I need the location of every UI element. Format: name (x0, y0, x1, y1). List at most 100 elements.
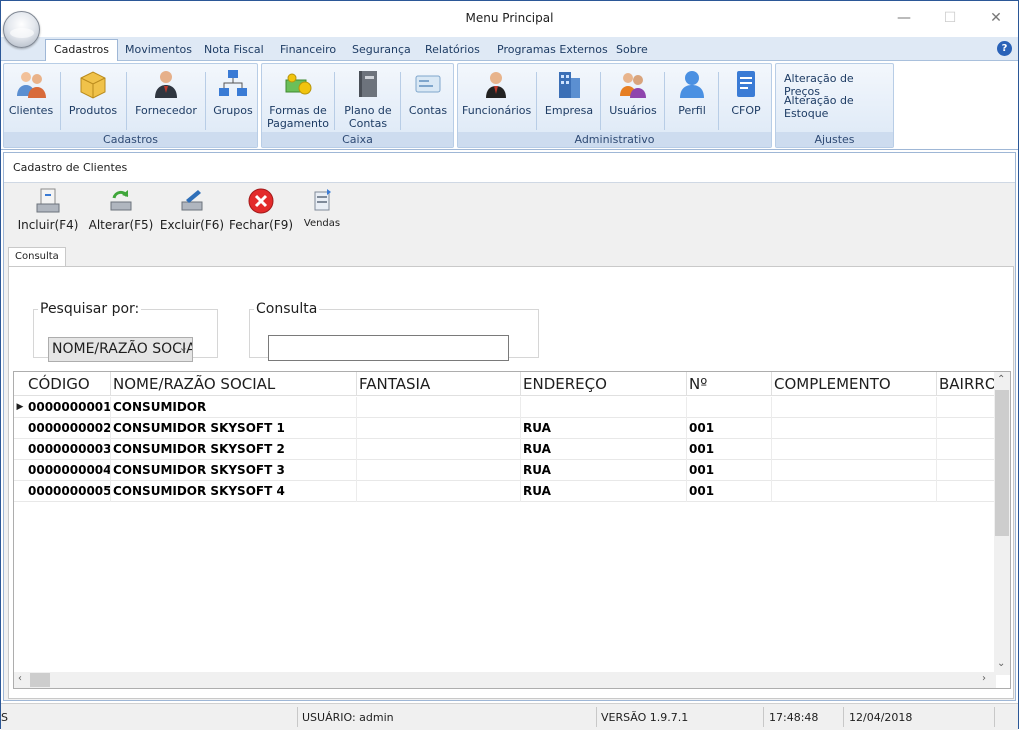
search-by-value: NOME/RAZÃO SOCIAL (52, 341, 193, 357)
column-header-nome[interactable]: NOME/RAZÃO SOCIAL (111, 372, 357, 396)
cell-nome: CONSUMIDOR SKYSOFT 1 (111, 418, 357, 439)
form-cadastro-clientes: Cadastro de Clientes Incluir(F4) Alterar… (3, 152, 1016, 701)
column-header-endereco[interactable]: ENDEREÇO (521, 372, 687, 396)
group-cadastros: Clientes Produtos Fornecedor Grupos Cada… (3, 63, 258, 148)
delete-record-icon (181, 190, 203, 211)
ledger-book-icon (359, 71, 377, 97)
table-row[interactable]: ▶ 0000000001 CONSUMIDOR (14, 397, 996, 418)
fechar-label: Fechar(F9) (228, 218, 294, 232)
column-header-codigo[interactable]: CÓDIGO (26, 372, 111, 396)
groups-network-icon (219, 70, 247, 96)
fornecedor-button[interactable]: Fornecedor (130, 68, 202, 130)
title-bar: Menu Principal — ☐ ✕ (1, 1, 1019, 48)
plano-contas-button[interactable]: Plano de Contas (340, 68, 396, 130)
produtos-button[interactable]: Produtos (64, 68, 122, 130)
maximize-button[interactable]: ☐ (927, 5, 973, 31)
tab-nota-fiscal[interactable]: Nota Fiscal (196, 41, 272, 61)
scroll-up-icon[interactable]: ⌃ (997, 374, 1005, 385)
money-icon (285, 73, 312, 95)
close-button[interactable]: ✕ (973, 5, 1019, 31)
table-row[interactable]: 0000000004 CONSUMIDOR SKYSOFT 3 RUA 001 (14, 460, 996, 481)
scroll-right-icon[interactable]: › (982, 673, 986, 684)
alteracao-estoque-link[interactable]: Alteração de Estoque (784, 94, 893, 120)
alterar-label: Alterar(F5) (88, 218, 154, 232)
column-header-bairro[interactable]: BAIRRO (937, 372, 996, 396)
help-icon[interactable]: ? (997, 41, 1012, 56)
fechar-button[interactable]: Fechar(F9) (227, 186, 295, 232)
tab-seguranca[interactable]: Segurança (344, 41, 419, 61)
group-label-caixa: Caixa (262, 132, 453, 147)
consulta-input[interactable] (268, 335, 509, 361)
funcionarios-button[interactable]: Funcionários (462, 68, 532, 130)
tab-consulta[interactable]: Consulta (8, 247, 66, 267)
usuarios-label: Usuários (609, 104, 657, 117)
vertical-scroll-thumb[interactable] (995, 390, 1009, 536)
cell-fantasia (357, 397, 521, 418)
cell-bairro (937, 418, 996, 439)
column-header-complemento[interactable]: COMPLEMENTO (772, 372, 937, 396)
contas-button[interactable]: Contas (406, 68, 450, 130)
scroll-down-icon[interactable]: ⌄ (997, 658, 1005, 669)
cell-fantasia (357, 460, 521, 481)
cell-numero: 001 (687, 481, 772, 502)
horizontal-scrollbar[interactable]: ‹ › (14, 672, 996, 688)
tab-sobre[interactable]: Sobre (608, 41, 656, 61)
cell-numero: 001 (687, 418, 772, 439)
clients-grid[interactable]: CÓDIGO NOME/RAZÃO SOCIAL FANTASIA ENDERE… (13, 371, 1011, 689)
empresa-button[interactable]: Empresa (542, 68, 596, 130)
tab-relatorios[interactable]: Relatórios (417, 41, 488, 61)
tab-programas-externos[interactable]: Programas Externos (489, 41, 616, 61)
cell-bairro (937, 439, 996, 460)
close-x-icon (248, 188, 274, 214)
tab-financeiro[interactable]: Financeiro (272, 41, 344, 61)
tab-cadastros[interactable]: Cadastros (45, 39, 118, 62)
cell-endereco (521, 397, 687, 418)
app-menu-orb-button[interactable] (3, 11, 40, 48)
cfop-document-icon (737, 71, 755, 97)
search-by-select[interactable]: NOME/RAZÃO SOCIAL ⌄ (48, 337, 193, 362)
table-row[interactable]: 0000000003 CONSUMIDOR SKYSOFT 2 RUA 001 (14, 439, 996, 460)
excluir-button[interactable]: Excluir(F6) (159, 186, 225, 232)
grupos-button[interactable]: Grupos (210, 68, 256, 130)
usuarios-button[interactable]: Usuários (606, 68, 660, 130)
alterar-button[interactable]: Alterar(F5) (88, 186, 154, 232)
vertical-scrollbar[interactable]: ⌃ ⌄ (994, 372, 1010, 675)
minimize-button[interactable]: — (881, 5, 927, 31)
group-label-administrativo: Administrativo (458, 132, 771, 147)
column-header-numero[interactable]: Nº (687, 372, 772, 396)
separator (126, 72, 127, 130)
cell-fantasia (357, 439, 521, 460)
grid-header: CÓDIGO NOME/RAZÃO SOCIAL FANTASIA ENDERE… (14, 372, 996, 396)
cell-endereco: RUA (521, 418, 687, 439)
status-date: 12/04/2018 (849, 711, 913, 724)
incluir-button[interactable]: Incluir(F4) (16, 186, 80, 232)
formas-pagamento-button[interactable]: Formas de Pagamento (266, 68, 330, 130)
table-row[interactable]: 0000000002 CONSUMIDOR SKYSOFT 1 RUA 001 (14, 418, 996, 439)
edit-record-icon (110, 190, 132, 211)
profile-icon (680, 71, 704, 98)
cell-endereco: RUA (521, 481, 687, 502)
status-time: 17:48:48 (769, 711, 819, 724)
perfil-button[interactable]: Perfil (670, 68, 714, 130)
scroll-left-icon[interactable]: ‹ (18, 673, 22, 684)
window-title: Menu Principal (465, 11, 554, 25)
clientes-button[interactable]: Clientes (6, 68, 56, 130)
vendas-button[interactable]: Vendas (301, 186, 343, 229)
horizontal-scroll-thumb[interactable] (30, 673, 50, 687)
funcionarios-label: Funcionários (462, 104, 532, 117)
consulta-legend: Consulta (256, 301, 318, 317)
cell-bairro (937, 481, 996, 502)
separator (763, 707, 764, 727)
grupos-label: Grupos (213, 104, 253, 117)
tab-movimentos[interactable]: Movimentos (117, 41, 200, 61)
cell-complemento (772, 439, 937, 460)
table-row[interactable]: 0000000005 CONSUMIDOR SKYSOFT 4 RUA 001 (14, 481, 996, 502)
cell-fantasia (357, 481, 521, 502)
cfop-button[interactable]: CFOP (724, 68, 768, 130)
main-window: Menu Principal — ☐ ✕ Cadastros Movimento… (0, 0, 1019, 730)
sales-register-icon (314, 189, 331, 211)
column-header-fantasia[interactable]: FANTASIA (357, 372, 521, 396)
formas-pagamento-label: Formas de Pagamento (266, 104, 330, 130)
cell-nome: CONSUMIDOR SKYSOFT 4 (111, 481, 357, 502)
cell-complemento (772, 481, 937, 502)
